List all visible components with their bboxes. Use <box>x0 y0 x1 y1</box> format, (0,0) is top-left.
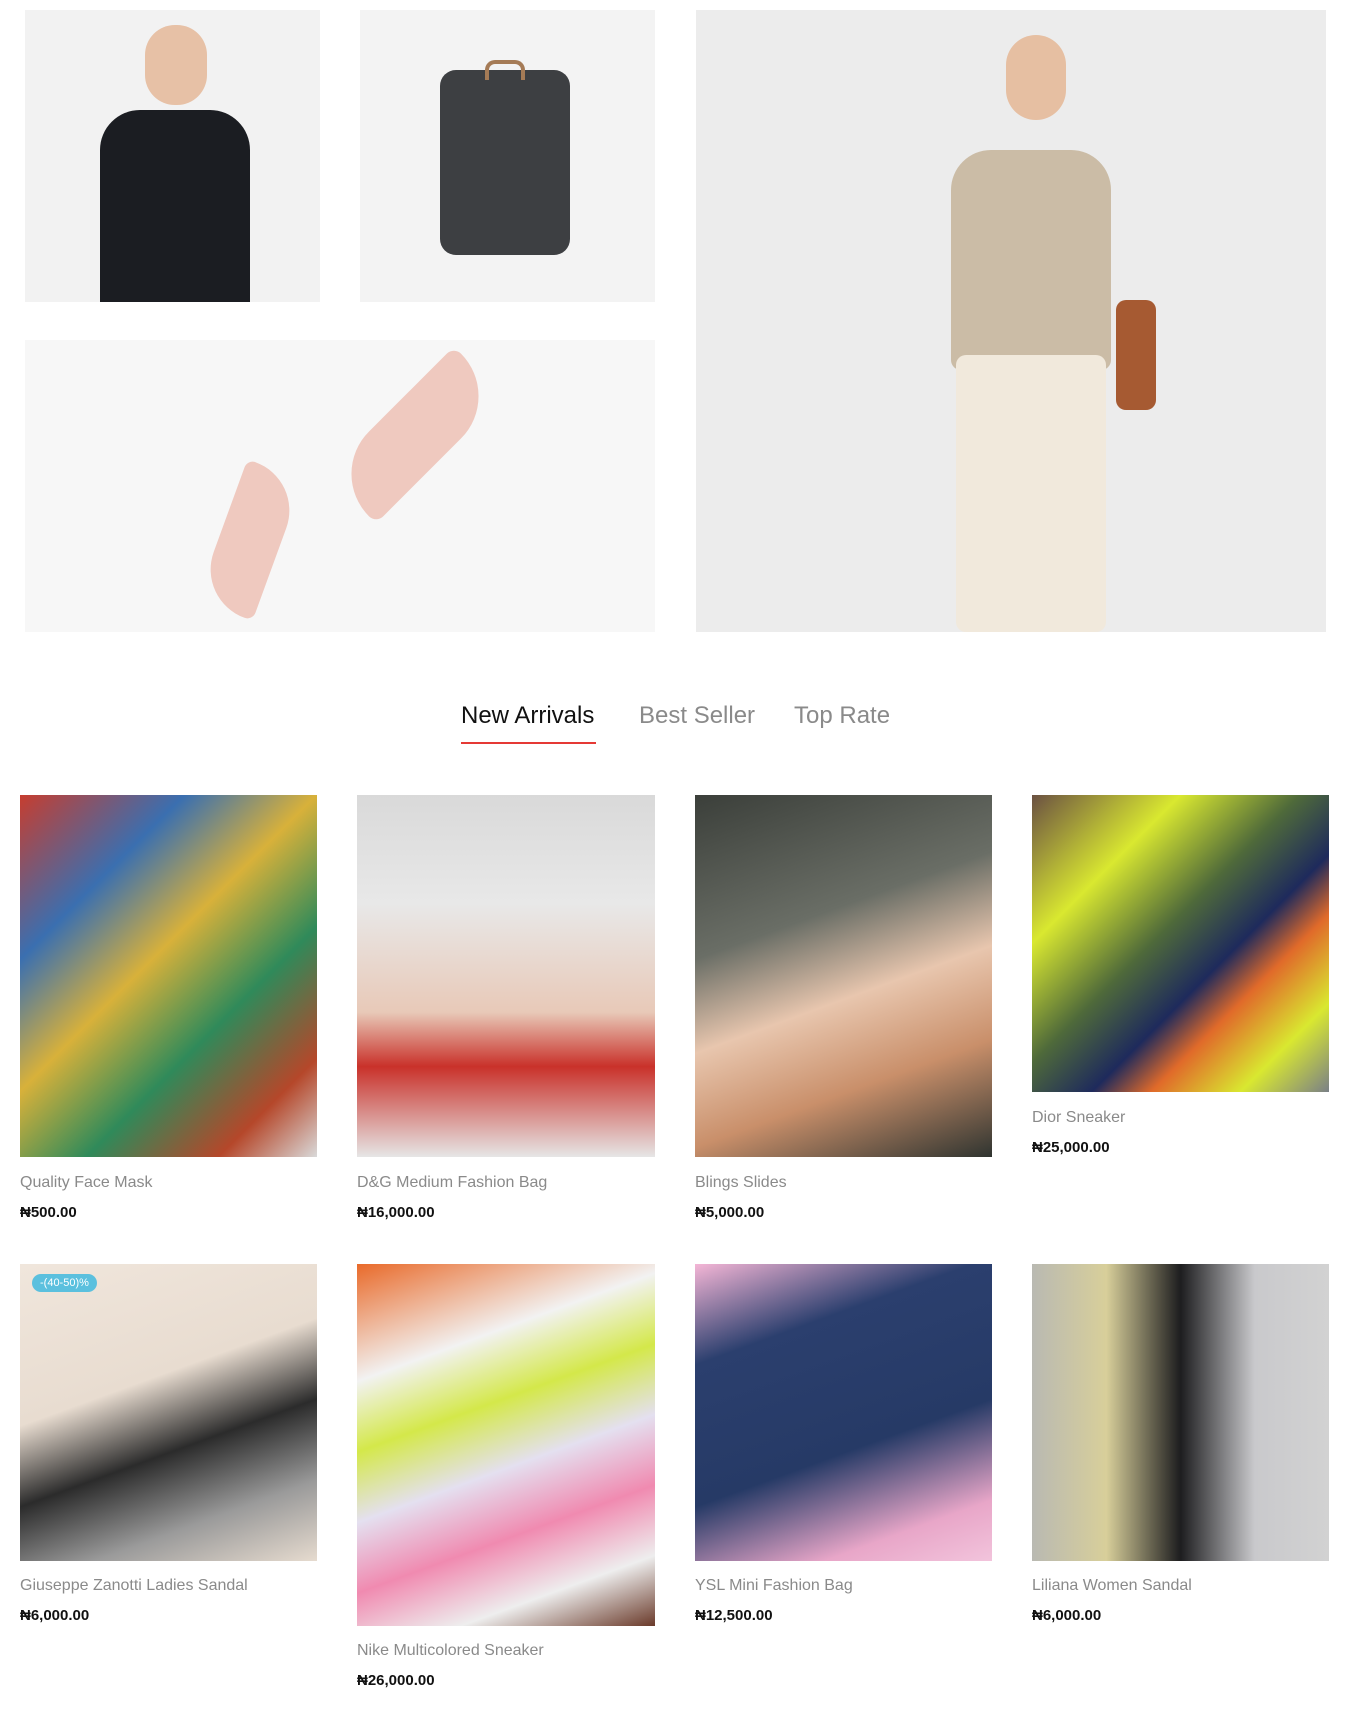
banner-woman-sweater[interactable] <box>696 10 1326 632</box>
product-tabs: New Arrivals Best Seller Top Rate <box>0 690 1349 750</box>
heel-shoe-2 <box>196 459 304 621</box>
product-image-dg-bag[interactable] <box>357 795 655 1157</box>
product-image-dior-sneaker[interactable] <box>1032 795 1329 1092</box>
product-price: ₦25,000.00 <box>1032 1139 1110 1156</box>
product-price: ₦6,000.00 <box>20 1607 90 1624</box>
product-image-liliana-sandal[interactable] <box>1032 1264 1329 1561</box>
product-image-zanotti-sandal[interactable]: -(40-50)% <box>20 1264 317 1561</box>
product-image-nike-sneaker[interactable] <box>357 1264 655 1626</box>
backpack-strap <box>485 60 525 80</box>
product-name[interactable]: Nike Multicolored Sneaker <box>357 1642 544 1660</box>
woman-head <box>1006 35 1066 120</box>
product-price: ₦16,000.00 <box>357 1204 435 1221</box>
sweater-figure <box>951 150 1111 370</box>
product-name[interactable]: D&G Medium Fashion Bag <box>357 1174 547 1192</box>
banner-heels[interactable] <box>25 340 655 632</box>
head-figure <box>145 25 207 105</box>
tab-best-seller[interactable]: Best Seller <box>639 702 755 730</box>
handbag-figure <box>1116 300 1156 410</box>
product-image-face-mask[interactable] <box>20 795 317 1157</box>
product-name[interactable]: Dior Sneaker <box>1032 1109 1125 1127</box>
banner-men-tshirt[interactable] <box>25 10 320 302</box>
discount-badge: -(40-50)% <box>32 1274 97 1292</box>
active-tab-underline <box>461 742 596 744</box>
product-name[interactable]: Giuseppe Zanotti Ladies Sandal <box>20 1577 248 1595</box>
heel-shoe-1 <box>326 346 504 524</box>
product-name[interactable]: Liliana Women Sandal <box>1032 1577 1192 1595</box>
backpack-figure <box>440 70 570 255</box>
product-price: ₦6,000.00 <box>1032 1607 1102 1624</box>
tab-new-arrivals[interactable]: New Arrivals <box>461 702 594 730</box>
product-name[interactable]: YSL Mini Fashion Bag <box>695 1577 853 1595</box>
product-price: ₦5,000.00 <box>695 1204 765 1221</box>
product-price: ₦500.00 <box>20 1204 77 1221</box>
product-image-blings-slides[interactable] <box>695 795 992 1157</box>
tshirt-figure <box>100 110 250 302</box>
product-name[interactable]: Blings Slides <box>695 1174 787 1192</box>
product-price: ₦26,000.00 <box>357 1672 435 1689</box>
product-image-ysl-bag[interactable] <box>695 1264 992 1561</box>
banner-backpack[interactable] <box>360 10 655 302</box>
product-name[interactable]: Quality Face Mask <box>20 1174 152 1192</box>
tab-top-rate[interactable]: Top Rate <box>794 702 890 730</box>
pants-figure <box>956 355 1106 632</box>
product-price: ₦12,500.00 <box>695 1607 773 1624</box>
